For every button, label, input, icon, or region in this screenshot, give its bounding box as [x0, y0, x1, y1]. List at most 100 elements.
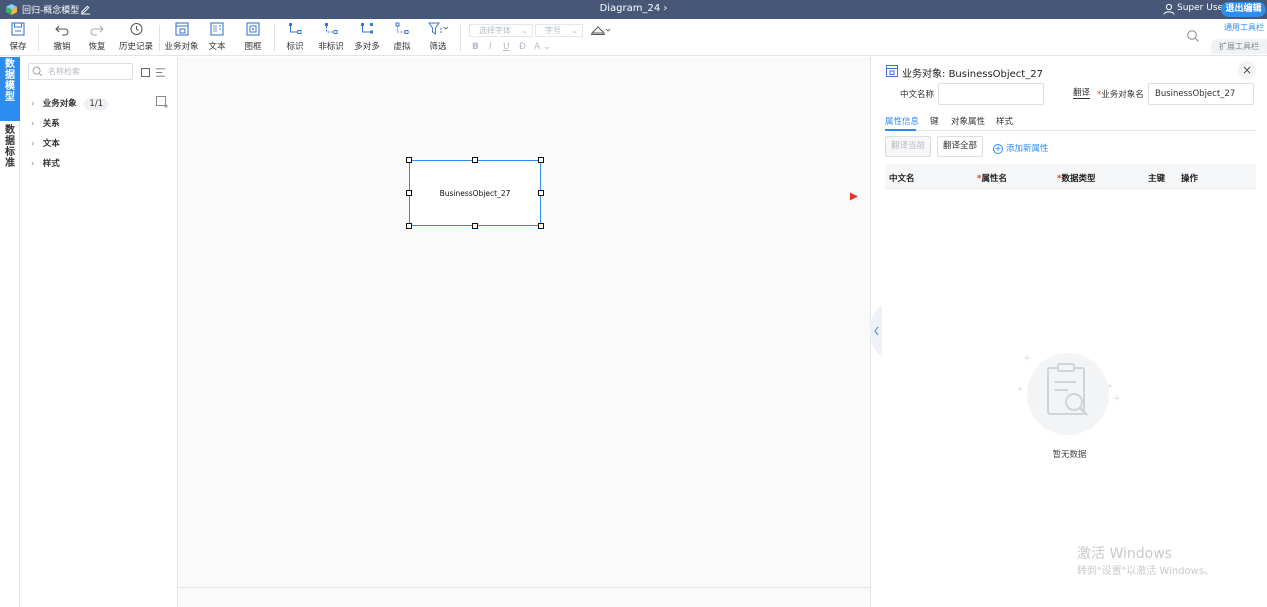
- chevron-down-icon[interactable]: ⌄: [543, 42, 551, 52]
- search-icon[interactable]: [1186, 29, 1200, 43]
- italic-button[interactable]: I: [489, 42, 492, 52]
- canvas-status-bar: [178, 587, 870, 607]
- svg-text:+: +: [1113, 394, 1121, 404]
- column-data-type: *数据类型: [1057, 174, 1096, 184]
- select-all-checkbox[interactable]: [141, 68, 150, 77]
- font-color-button[interactable]: A: [534, 42, 540, 52]
- resize-handle[interactable]: [472, 157, 478, 163]
- translate-link[interactable]: 翻译: [1073, 88, 1091, 99]
- property-panel: 业务对象: BusinessObject_27 × 中文名称 翻译 *业务对象名…: [870, 57, 1267, 607]
- toolbar-divider: [159, 25, 160, 51]
- business-object-icon: [886, 65, 898, 77]
- filter-icon: [428, 22, 449, 35]
- panel-title-name: BusinessObject_27: [948, 69, 1043, 80]
- filter-tool[interactable]: 筛选: [425, 21, 451, 55]
- business-object-tool[interactable]: 业务对象: [164, 21, 199, 55]
- toolbar-divider: [460, 25, 461, 51]
- tree-item-relation[interactable]: › 关系: [31, 117, 60, 131]
- font-family-select[interactable]: 选择字体 ⌄: [469, 24, 533, 37]
- many-to-many-tool[interactable]: 多对多: [354, 21, 380, 55]
- general-toolbar-tab[interactable]: 通用工具栏: [1212, 22, 1264, 33]
- translate-all-button[interactable]: 翻译全部: [937, 136, 983, 157]
- add-attribute-button[interactable]: + 添加新属性: [993, 142, 1049, 154]
- tree-search-input[interactable]: 名称检索: [28, 63, 133, 80]
- text-tool[interactable]: 文本: [206, 21, 228, 55]
- close-panel-button[interactable]: ×: [1238, 61, 1256, 79]
- plus-circle-icon: +: [993, 144, 1003, 154]
- object-tree-panel: 名称检索 › 业务对象 1/1 › 关系 › 文本 › 样式: [20, 57, 178, 607]
- identifying-relation-icon: [289, 23, 302, 34]
- tree-item-style[interactable]: › 样式: [31, 157, 60, 171]
- add-item-icon[interactable]: [156, 96, 168, 108]
- resize-handle[interactable]: [472, 223, 478, 229]
- chevron-right-icon[interactable]: ›: [663, 3, 667, 14]
- panel-title-prefix: 业务对象:: [902, 69, 949, 80]
- tab-data-standard[interactable]: 数据标准: [0, 121, 20, 183]
- history-button[interactable]: 历史记录: [118, 21, 154, 55]
- font-size-select[interactable]: 字号 ⌄: [535, 24, 583, 37]
- tree-item-business-object[interactable]: › 业务对象 1/1: [31, 97, 109, 111]
- bold-button[interactable]: B: [472, 42, 479, 52]
- diagram-title-label[interactable]: Diagram_24: [600, 3, 661, 14]
- strikethrough-button[interactable]: Đ: [519, 42, 526, 52]
- tab-style[interactable]: 样式: [996, 115, 1013, 127]
- undo-button[interactable]: 撤销: [50, 21, 74, 55]
- text-box-icon: [210, 22, 224, 36]
- business-object-icon: [174, 22, 189, 36]
- resize-handle[interactable]: [538, 190, 544, 196]
- virtual-relation-icon: [395, 22, 409, 34]
- translate-current-button[interactable]: 翻译当前: [885, 136, 931, 157]
- tab-object-properties[interactable]: 对象属性: [951, 115, 985, 127]
- resize-handle[interactable]: [406, 223, 412, 229]
- save-icon: [11, 22, 25, 36]
- save-button[interactable]: 保存: [6, 21, 30, 55]
- sort-list-icon[interactable]: [155, 67, 166, 78]
- resize-handle[interactable]: [406, 157, 412, 163]
- filter-label: 筛选: [429, 42, 447, 52]
- cn-name-input[interactable]: [938, 83, 1044, 105]
- cube-logo-icon: [6, 4, 17, 15]
- virtual-tool[interactable]: 虚拟: [391, 21, 413, 55]
- tab-keys[interactable]: 键: [930, 115, 939, 127]
- bo-name-label-text: 业务对象名: [1101, 90, 1144, 100]
- user-name[interactable]: Super User: [1177, 3, 1227, 13]
- identify-tool[interactable]: 标识: [284, 21, 306, 55]
- column-data-type-text: 数据类型: [1061, 174, 1096, 184]
- bo-name-label: *业务对象名: [1097, 90, 1144, 100]
- tree-item-text[interactable]: › 文本: [31, 137, 60, 151]
- collapse-panel-handle[interactable]: [870, 305, 882, 357]
- extended-toolbar-tab[interactable]: 扩展工具栏: [1211, 39, 1267, 54]
- identify-label: 标识: [286, 42, 304, 52]
- frame-tool[interactable]: 图框: [242, 21, 264, 55]
- add-attribute-label: 添加新属性: [1006, 144, 1049, 154]
- chevron-down-icon: ⌄: [571, 26, 578, 35]
- tree-item-label: 关系: [42, 119, 60, 129]
- virtual-label: 虚拟: [393, 42, 411, 52]
- entity-name: BusinessObject_27: [439, 189, 511, 198]
- undo-label: 撤销: [53, 42, 71, 52]
- bo-name-input[interactable]: BusinessObject_27: [1148, 83, 1254, 105]
- history-clock-icon: [130, 23, 143, 35]
- fill-bucket-icon[interactable]: [590, 24, 612, 36]
- underline-button[interactable]: U: [503, 42, 510, 52]
- business-object-entity[interactable]: BusinessObject_27: [409, 160, 541, 226]
- edit-pencil-icon[interactable]: [80, 3, 91, 15]
- empty-clipboard-icon: + +: [1018, 353, 1121, 435]
- redo-button[interactable]: 恢复: [85, 21, 109, 55]
- cn-name-label: 中文名称: [900, 90, 935, 100]
- tab-data-model-label: 数据模型: [5, 59, 15, 103]
- top-bar: 回归-概念模型 Diagram_24 › Super User 退出编辑: [0, 0, 1267, 19]
- diagram-canvas[interactable]: [178, 57, 870, 587]
- redo-label: 恢复: [88, 42, 106, 52]
- column-attr-name-text: 属性名: [981, 174, 1007, 184]
- exit-edit-button[interactable]: 退出编辑: [1221, 2, 1266, 17]
- non-identify-tool[interactable]: 非标识: [318, 21, 344, 55]
- resize-handle[interactable]: [406, 190, 412, 196]
- chevron-right-icon: ›: [31, 159, 35, 169]
- left-vertical-tabs: 数据模型 数据标准: [0, 57, 20, 607]
- tree-item-label: 文本: [42, 139, 60, 149]
- tab-data-model[interactable]: 数据模型: [0, 57, 20, 121]
- resize-handle[interactable]: [538, 157, 544, 163]
- tab-attributes[interactable]: 属性信息: [885, 115, 919, 127]
- resize-handle[interactable]: [538, 223, 544, 229]
